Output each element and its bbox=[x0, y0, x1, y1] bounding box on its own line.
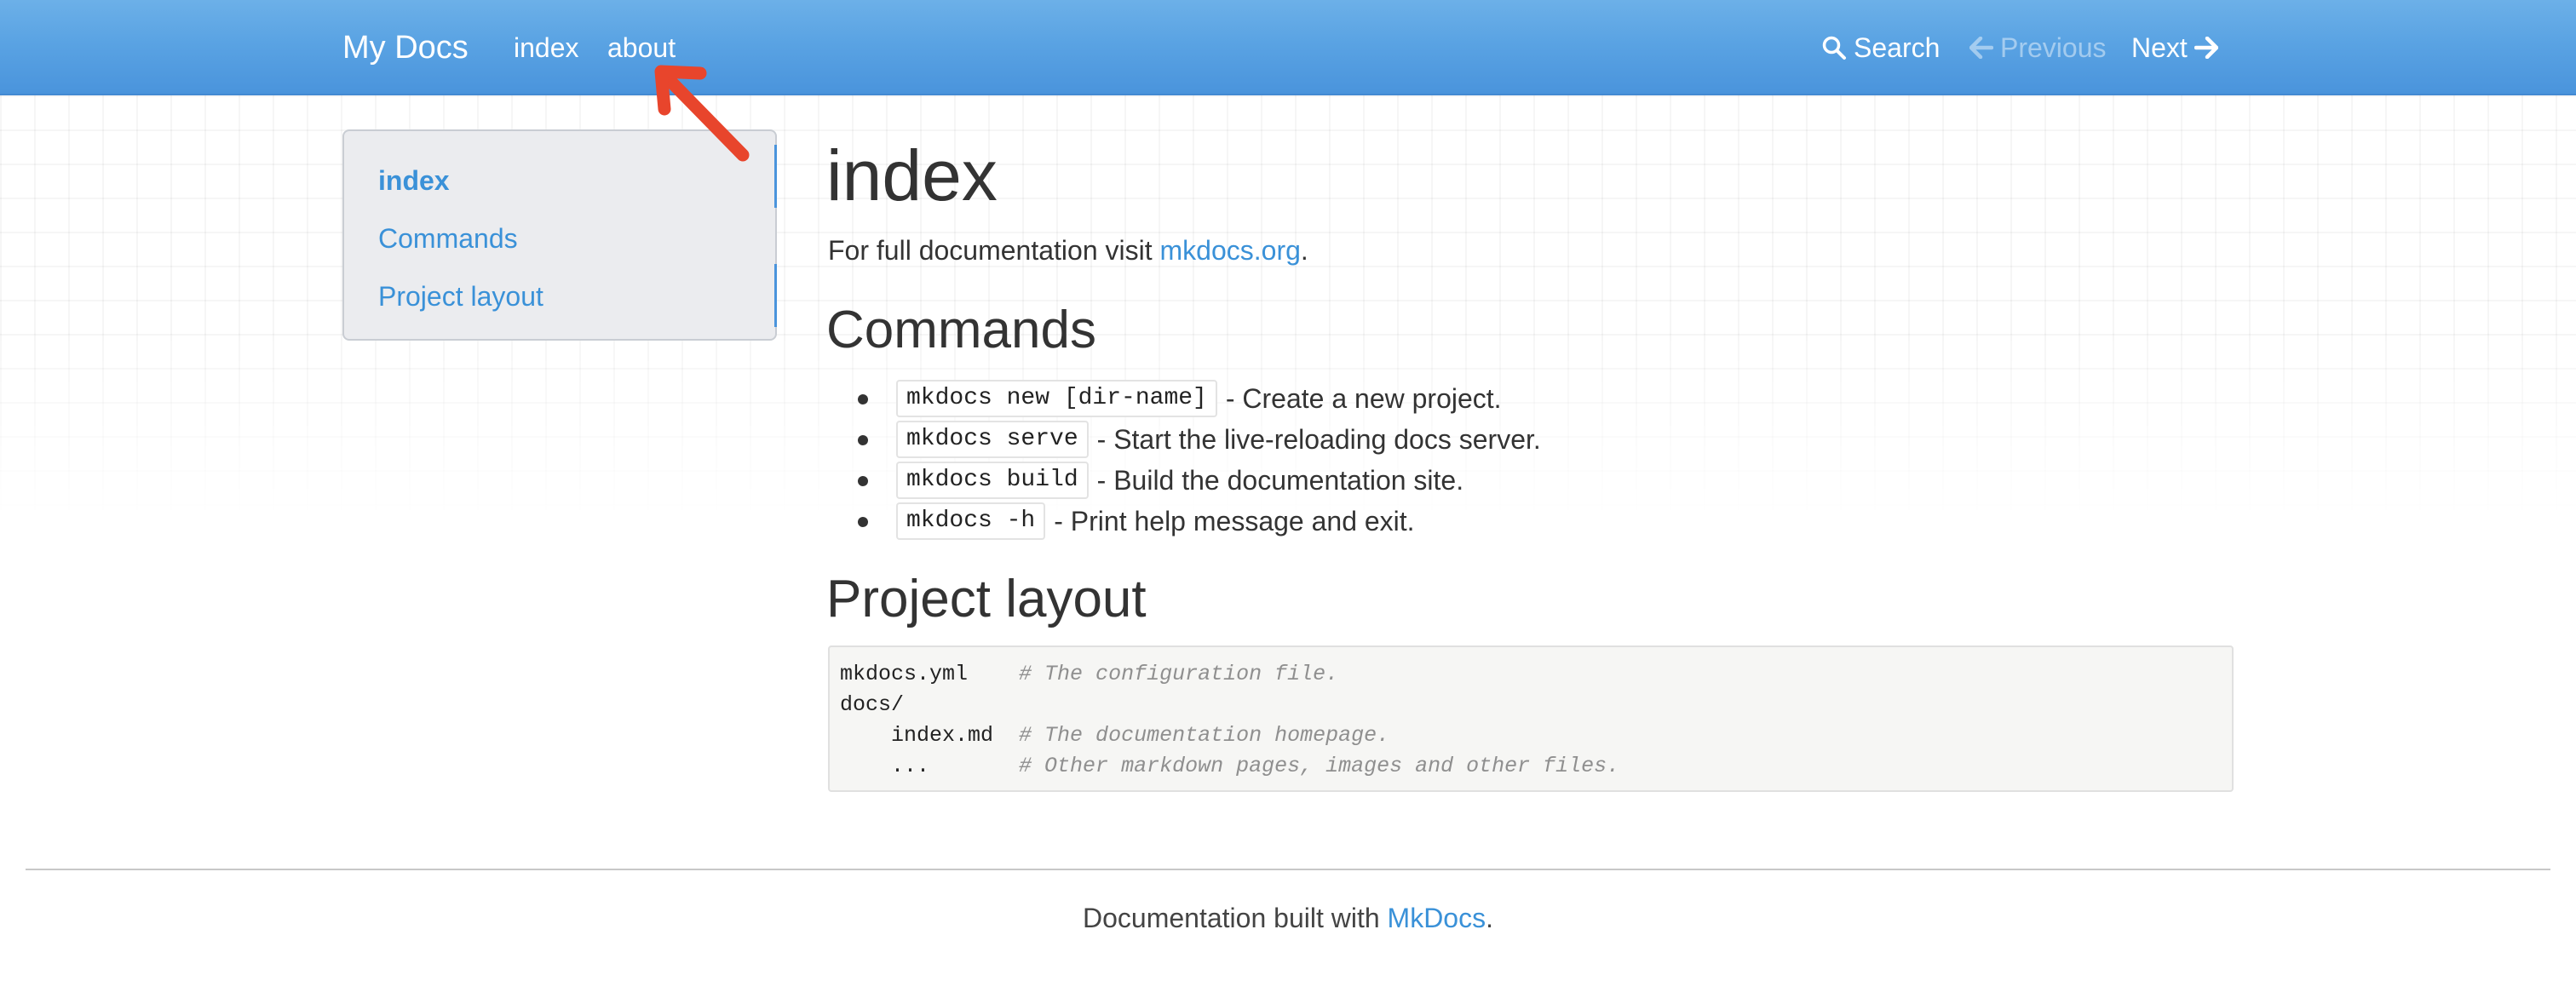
search-label: Search bbox=[1854, 32, 1941, 63]
intro-text: For full documentation visit bbox=[828, 235, 1160, 266]
annotation-arrow-icon bbox=[654, 65, 750, 162]
inline-code: mkdocs -h bbox=[896, 502, 1046, 540]
command-description: - Build the documentation site. bbox=[1096, 465, 1464, 496]
project-layout-code-block: mkdocs.yml # The configuration file. doc… bbox=[828, 645, 2234, 792]
code-text: mkdocs.yml bbox=[840, 662, 1020, 686]
code-text: ... bbox=[840, 754, 1020, 778]
arrow-right-icon bbox=[2194, 37, 2218, 59]
bullet bbox=[858, 517, 868, 527]
code-line: mkdocs.yml # The configuration file. bbox=[840, 662, 1338, 686]
arrow-left-icon bbox=[1969, 37, 1993, 59]
toc-scroll-marker bbox=[774, 264, 777, 327]
command-description: - Create a new project. bbox=[1225, 383, 1502, 414]
sidebar-item-commands[interactable]: Commands bbox=[378, 220, 518, 257]
footer: Documentation built with MkDocs. bbox=[0, 899, 2576, 937]
list-item: mkdocs -h - Print help message and exit. bbox=[858, 501, 1541, 542]
bullet bbox=[858, 435, 868, 445]
next-button[interactable]: Next bbox=[2131, 29, 2218, 66]
page-title: index bbox=[826, 135, 998, 215]
code-comment: # The documentation homepage. bbox=[1019, 723, 1390, 748]
search-icon bbox=[1822, 36, 1846, 60]
footer-suffix: . bbox=[1486, 903, 1493, 933]
code-line: index.md # The documentation homepage. bbox=[840, 723, 1389, 748]
previous-button[interactable]: Previous bbox=[1969, 29, 2107, 66]
project-layout-heading: Project layout bbox=[826, 570, 1147, 628]
mkdocs-link[interactable]: MkDocs bbox=[1388, 903, 1486, 933]
nav-link-index[interactable]: index bbox=[514, 29, 579, 66]
inline-code: mkdocs new [dir-name] bbox=[896, 380, 1217, 417]
sidebar-item-index[interactable]: index bbox=[378, 162, 450, 199]
site-brand-link[interactable]: My Docs bbox=[342, 26, 469, 70]
code-comment: # The configuration file. bbox=[1019, 662, 1339, 686]
list-item: mkdocs build - Build the documentation s… bbox=[858, 460, 1541, 501]
bullet bbox=[858, 476, 868, 486]
intro-paragraph: For full documentation visit mkdocs.org. bbox=[828, 232, 1308, 269]
footer-text: Documentation built with bbox=[1083, 903, 1388, 933]
top-navbar: My Docs index about Search Previous Next bbox=[0, 0, 2576, 95]
search-button[interactable]: Search bbox=[1821, 29, 1940, 66]
command-description: - Print help message and exit. bbox=[1054, 506, 1415, 536]
inline-code: mkdocs build bbox=[896, 462, 1089, 499]
inline-code: mkdocs serve bbox=[896, 421, 1089, 458]
bullet bbox=[858, 394, 868, 404]
commands-list: mkdocs new [dir-name] - Create a new pro… bbox=[858, 378, 1541, 542]
mkdocs-org-link[interactable]: mkdocs.org bbox=[1160, 235, 1301, 266]
list-item: mkdocs new [dir-name] - Create a new pro… bbox=[858, 378, 1541, 419]
code-line: docs/ bbox=[840, 692, 904, 717]
code-text: docs/ bbox=[840, 692, 905, 717]
commands-heading: Commands bbox=[826, 301, 1096, 359]
code-comment: # Other markdown pages, images and other… bbox=[1019, 754, 1620, 778]
command-description: - Start the live-reloading docs server. bbox=[1096, 424, 1541, 455]
sidebar-item-project-layout[interactable]: Project layout bbox=[378, 278, 543, 315]
list-item: mkdocs serve - Start the live-reloading … bbox=[858, 419, 1541, 460]
intro-suffix: . bbox=[1300, 235, 1308, 266]
code-text: index.md bbox=[840, 723, 1020, 748]
footer-divider bbox=[26, 869, 2550, 870]
next-label: Next bbox=[2131, 32, 2188, 63]
code-line: ... # Other markdown pages, images and o… bbox=[840, 754, 1619, 778]
previous-label: Previous bbox=[2000, 32, 2107, 63]
